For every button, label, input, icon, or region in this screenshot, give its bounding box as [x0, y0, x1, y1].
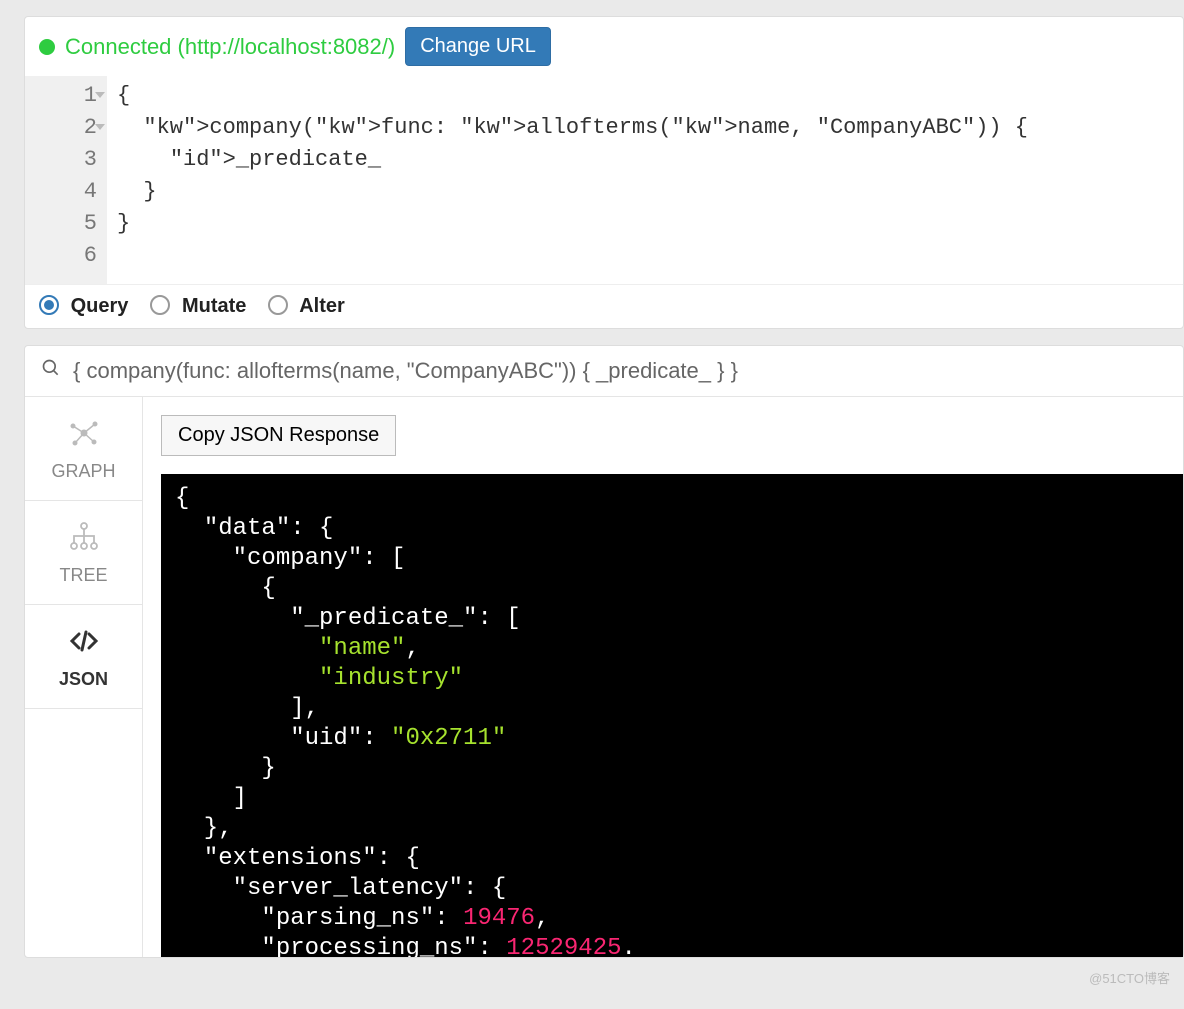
code-icon	[67, 624, 101, 663]
radio-icon	[268, 295, 288, 315]
query-editor[interactable]: 1 2 3 4 5 6 { "kw">company("kw">func: "k…	[25, 76, 1183, 284]
mode-option-mutate[interactable]: Mutate	[150, 295, 246, 318]
connection-status-dot	[39, 39, 55, 55]
tab-tree[interactable]: TREE	[25, 501, 142, 605]
query-search-text[interactable]: { company(func: allofterms(name, "Compan…	[73, 358, 738, 384]
mode-selector: Query Mutate Alter	[25, 284, 1183, 328]
editor-code[interactable]: { "kw">company("kw">func: "kw">allofterm…	[107, 76, 1028, 284]
query-panel: Connected (http://localhost:8082/) Chang…	[24, 16, 1184, 329]
watermark-text: @51CTO博客	[1089, 968, 1170, 987]
result-body: GRAPH TREE	[25, 397, 1183, 957]
result-panel: { company(func: allofterms(name, "Compan…	[24, 345, 1184, 958]
mode-option-alter[interactable]: Alter	[268, 295, 344, 318]
json-response-view[interactable]: { "data": { "company": [ { "_predicate_"…	[161, 474, 1183, 957]
editor-gutter: 1 2 3 4 5 6	[25, 76, 107, 284]
query-search-row: { company(func: allofterms(name, "Compan…	[25, 346, 1183, 397]
result-side-tabs: GRAPH TREE	[25, 397, 143, 957]
graph-icon	[67, 416, 101, 455]
tree-icon	[67, 520, 101, 559]
radio-icon	[39, 295, 59, 315]
connection-row: Connected (http://localhost:8082/) Chang…	[25, 17, 1183, 76]
mode-option-query[interactable]: Query	[39, 295, 128, 318]
result-main: Copy JSON Response { "data": { "company"…	[143, 397, 1183, 957]
change-url-button[interactable]: Change URL	[405, 27, 551, 66]
search-icon	[41, 358, 61, 384]
tab-json[interactable]: JSON	[25, 605, 142, 709]
radio-icon	[150, 295, 170, 315]
copy-json-button[interactable]: Copy JSON Response	[161, 415, 396, 456]
connection-status-text: Connected (http://localhost:8082/)	[65, 34, 395, 60]
tab-graph[interactable]: GRAPH	[25, 397, 142, 501]
